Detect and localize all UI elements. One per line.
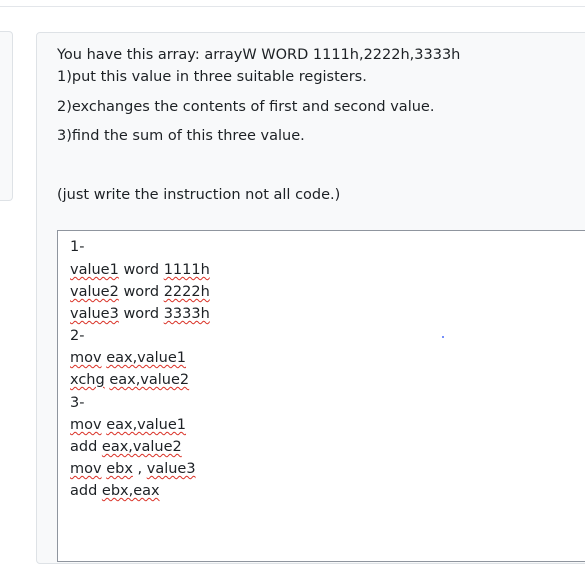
question-text-line-4: 3)find the sum of this three value. [57, 128, 305, 144]
answer-line: mov eax,value1 [70, 417, 187, 433]
answer-line: mov eax,value1 [70, 350, 187, 366]
cursor-dot [442, 336, 444, 338]
answer-line: value3 word 3333h [70, 306, 210, 322]
question-text-line-3: 2)exchanges the contents of first and se… [57, 99, 435, 115]
answer-line: add ebx,eax [70, 483, 160, 499]
answer-line: 1- [70, 239, 85, 255]
question-note: (just write the instruction not all code… [57, 187, 341, 203]
answer-line: add eax,value2 [70, 439, 182, 455]
answer-line: xchg eax,value2 [70, 372, 190, 388]
question-text-line-2: 1)put this value in three suitable regis… [57, 69, 367, 85]
answer-line: value2 word 2222h [70, 284, 210, 300]
answer-line: 3- [70, 395, 85, 411]
answer-line: 2- [70, 328, 85, 344]
answer-line: value1 word 1111h [70, 262, 210, 278]
question-info-panel [0, 31, 13, 201]
answer-line: mov ebx , value3 [70, 461, 196, 477]
question-text-line-1: You have this array: arrayW WORD 1111h,2… [57, 47, 461, 63]
top-divider [0, 6, 585, 7]
